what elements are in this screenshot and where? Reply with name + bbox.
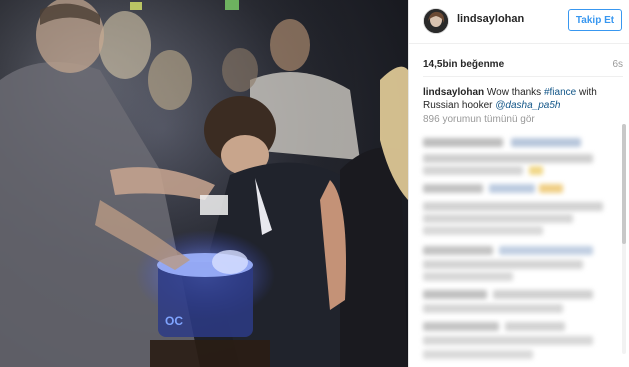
blurred-comment-line — [423, 214, 573, 223]
post-header: lindsaylohan Takip Et — [409, 0, 629, 44]
caption-mention[interactable]: @dasha_pa5h — [495, 100, 560, 111]
blurred-comment-line — [423, 322, 499, 331]
party-photo-illustration: OC — [0, 0, 408, 367]
caption-username[interactable]: lindsaylohan — [423, 87, 484, 98]
blurred-comment-line — [505, 322, 565, 331]
avatar[interactable] — [423, 8, 449, 34]
blurred-comment-line — [423, 290, 487, 299]
instagram-post-embed: OC lindsaylohan Takip Et 14,5bin beğenme — [0, 0, 629, 367]
blurred-comment-line — [423, 166, 523, 175]
blurred-comment-line — [511, 138, 581, 147]
blurred-comment-line — [423, 304, 563, 313]
comments-scrollbar[interactable] — [622, 124, 626, 354]
caption-hashtag[interactable]: #fiance — [544, 87, 576, 98]
blurred-comment-line — [423, 336, 593, 345]
blurred-comment-line — [423, 226, 543, 235]
blurred-comment-line — [423, 350, 533, 359]
blurred-comment-line — [423, 154, 593, 163]
likes-count[interactable]: 14,5bin beğenme — [423, 59, 504, 70]
blurred-comment-line — [423, 260, 583, 269]
blurred-emoji — [539, 184, 563, 193]
blurred-comment-line — [493, 290, 593, 299]
post-sidebar: lindsaylohan Takip Et 14,5bin beğenme 6s… — [408, 0, 629, 367]
post-caption: lindsaylohan Wow thanks #fiance with Rus… — [423, 86, 619, 112]
blurred-comment-line — [423, 272, 513, 281]
follow-button[interactable]: Takip Et — [568, 9, 622, 31]
svg-text:OC: OC — [165, 314, 183, 328]
avatar-image — [424, 9, 448, 33]
blurred-comment-line — [499, 246, 593, 255]
scrollbar-thumb[interactable] — [622, 124, 626, 244]
view-all-comments-link[interactable]: 896 yorumun tümünü gör — [423, 114, 535, 125]
caption-text: Wow thanks — [484, 87, 544, 98]
username[interactable]: lindsaylohan — [457, 13, 524, 25]
post-meta: 14,5bin beğenme 6s — [423, 56, 623, 77]
comments-list-blurred — [423, 132, 613, 360]
blurred-comment-line — [489, 184, 535, 193]
blurred-comment-line — [423, 202, 603, 211]
time-ago[interactable]: 6s — [612, 59, 623, 70]
post-photo[interactable]: OC — [0, 0, 408, 367]
blurred-comment-line — [423, 184, 483, 193]
blurred-emoji — [529, 166, 543, 175]
blurred-comment-line — [423, 246, 493, 255]
blurred-comment-line — [423, 138, 503, 147]
